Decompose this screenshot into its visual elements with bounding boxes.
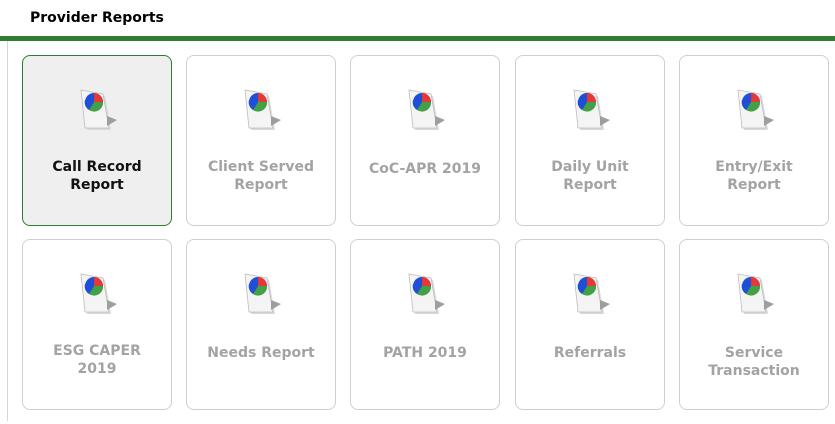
report-pie-chart-icon bbox=[80, 89, 117, 130]
report-pie-chart-icon bbox=[244, 89, 281, 130]
report-tile-path[interactable]: PATH 2019 bbox=[350, 239, 500, 410]
report-pie-chart-icon bbox=[244, 273, 281, 314]
report-label: Entry/Exit Report bbox=[715, 159, 793, 193]
report-label: Client Served Report bbox=[207, 159, 315, 193]
report-tile-entry-exit[interactable]: Entry/Exit Report bbox=[679, 55, 829, 226]
report-label: ESG CAPER 2019 bbox=[53, 343, 141, 377]
report-tile-client-served[interactable]: Client Served Report bbox=[186, 55, 336, 226]
report-label: Referrals bbox=[553, 345, 627, 361]
report-tile-service-transaction[interactable]: Service Transaction bbox=[679, 239, 829, 410]
report-pie-chart-icon bbox=[80, 273, 117, 314]
page-title: Provider Reports bbox=[30, 10, 164, 26]
report-tile-coc-apr[interactable]: CoC-APR 2019 bbox=[350, 55, 500, 226]
report-label: Service Transaction bbox=[708, 345, 800, 379]
report-pie-chart-icon bbox=[737, 273, 774, 314]
report-pie-chart-icon bbox=[408, 273, 445, 314]
report-label: PATH 2019 bbox=[383, 345, 467, 361]
report-tile-needs[interactable]: Needs Report bbox=[186, 239, 336, 410]
report-pie-chart-icon bbox=[573, 89, 610, 130]
report-label: Needs Report bbox=[207, 345, 315, 361]
report-tile-call-record[interactable]: Call Record Report bbox=[22, 55, 172, 226]
page-header: Provider Reports bbox=[0, 0, 835, 36]
report-pie-chart-icon bbox=[408, 89, 445, 130]
report-tile-esg-caper[interactable]: ESG CAPER 2019 bbox=[22, 239, 172, 410]
header-accent-bar bbox=[0, 36, 835, 41]
report-label: Call Record Report bbox=[52, 159, 142, 193]
report-tile-daily-unit[interactable]: Daily Unit Report bbox=[515, 55, 665, 226]
report-pie-chart-icon bbox=[737, 89, 774, 130]
report-tile-referrals[interactable]: Referrals bbox=[515, 239, 665, 410]
left-divider bbox=[7, 41, 8, 421]
report-label: CoC-APR 2019 bbox=[368, 161, 481, 177]
report-pie-chart-icon bbox=[573, 273, 610, 314]
report-label: Daily Unit Report bbox=[551, 159, 629, 193]
